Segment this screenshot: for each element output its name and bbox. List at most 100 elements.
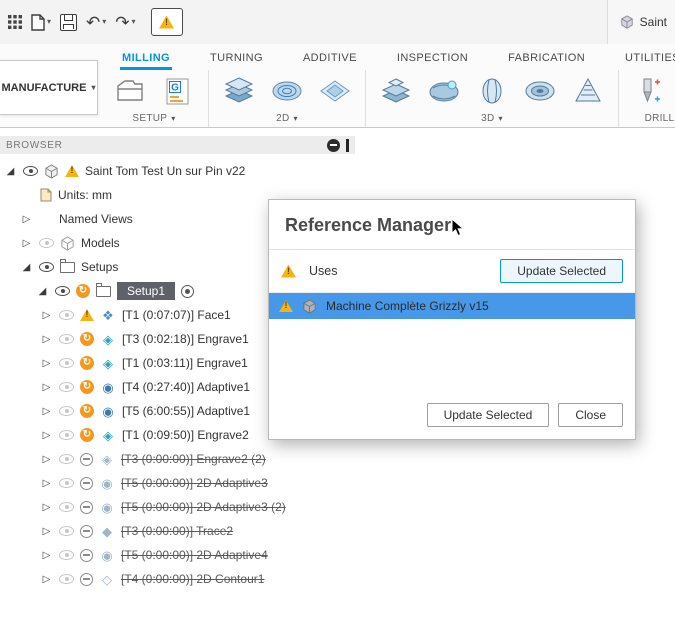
expand-arrow-icon[interactable]: ▷ — [40, 574, 53, 585]
visibility-eye-icon[interactable] — [39, 238, 54, 248]
redo-button[interactable]: ↷ ▾ — [115, 14, 135, 31]
expand-arrow-icon[interactable]: ▷ — [20, 238, 33, 249]
group-label-setup[interactable]: SETUP ▾ — [132, 113, 175, 124]
group-label-2d[interactable]: 2D ▾ — [276, 113, 298, 124]
operation-label[interactable]: [T3 (0:00:00)] Trace2 — [121, 524, 233, 538]
expand-arrow-icon[interactable]: ▷ — [40, 334, 53, 345]
tab-additive[interactable]: ADDITIVE — [301, 52, 359, 70]
operation-label[interactable]: [T1 (0:09:50)] Engrave2 — [122, 428, 249, 442]
tab-fabrication[interactable]: FABRICATION — [506, 52, 587, 70]
expand-arrow-icon[interactable]: ▷ — [20, 214, 33, 225]
suppressed-icon[interactable] — [80, 500, 93, 514]
undo-button[interactable]: ↶ ▾ — [86, 14, 106, 31]
suppressed-icon[interactable] — [80, 548, 93, 562]
tab-utilities[interactable]: UTILITIES — [623, 52, 675, 70]
expand-arrow-icon[interactable]: ▷ — [40, 478, 53, 489]
operation-label[interactable]: [T1 (0:07:07)] Face1 — [122, 308, 231, 322]
expand-arrow-icon[interactable]: ▷ — [40, 382, 53, 393]
reference-item-label[interactable]: Machine Complète Grizzly v15 — [326, 299, 489, 313]
setup1-selected-label[interactable]: Setup1 — [117, 282, 176, 300]
tab-inspection[interactable]: INSPECTION — [395, 52, 470, 70]
suppressed-icon[interactable] — [80, 524, 93, 538]
suppressed-icon[interactable] — [80, 572, 93, 586]
update-selected-button[interactable]: Update Selected — [426, 403, 550, 427]
setups-label[interactable]: Setups — [81, 260, 118, 274]
visibility-eye-icon[interactable] — [59, 526, 74, 536]
operation-label[interactable]: [T3 (0:02:18)] Engrave1 — [122, 332, 249, 346]
visibility-eye-icon[interactable] — [59, 574, 74, 584]
visibility-eye-icon[interactable] — [59, 334, 74, 344]
panel-resize-handle[interactable] — [346, 138, 349, 152]
operation-label[interactable]: [T4 (0:27:40)] Adaptive1 — [122, 380, 250, 394]
visibility-eye-icon[interactable] — [59, 454, 74, 464]
morphed-spiral-button[interactable] — [518, 70, 562, 112]
expand-arrow-icon[interactable]: ▷ — [40, 310, 53, 321]
operation-row[interactable]: ▷ ◉ [T5 (0:00:00)] 2D Adaptive3 — [0, 471, 355, 495]
visibility-eye-icon[interactable] — [59, 502, 74, 512]
expand-arrow-icon[interactable]: ◢ — [20, 262, 33, 273]
file-menu-button[interactable]: ▾ — [31, 13, 51, 31]
operation-label[interactable]: [T5 (0:00:00)] 2D Adaptive4 — [121, 548, 268, 562]
2d-adaptive-button[interactable] — [265, 70, 309, 112]
tab-milling[interactable]: MILLING — [120, 52, 173, 70]
operation-row[interactable]: ▷ ◉ [T5 (0:00:00)] 2D Adaptive4 — [0, 543, 355, 567]
flow-button[interactable] — [470, 70, 514, 112]
operation-label[interactable]: [T5 (6:00:55)] Adaptive1 — [122, 404, 250, 418]
tab-turning[interactable]: TURNING — [208, 52, 265, 70]
suppressed-icon[interactable] — [80, 452, 93, 466]
spiral-button[interactable] — [566, 70, 610, 112]
models-label[interactable]: Models — [81, 236, 120, 250]
group-label-3d[interactable]: 3D ▾ — [481, 113, 503, 124]
expand-arrow-icon[interactable]: ▷ — [40, 358, 53, 369]
new-setup-button[interactable] — [108, 70, 152, 112]
3d-adaptive-button[interactable] — [422, 70, 466, 112]
reference-list-item-selected[interactable]: Machine Complète Grizzly v15 — [269, 293, 635, 319]
visibility-eye-icon[interactable] — [59, 478, 74, 488]
operation-row[interactable]: ▷ ◈ [T3 (0:00:00)] Engrave2 (2) — [0, 447, 355, 471]
visibility-eye-icon[interactable] — [59, 550, 74, 560]
visibility-eye-icon[interactable] — [59, 430, 74, 440]
face-button[interactable] — [217, 70, 261, 112]
expand-arrow-icon[interactable]: ◢ — [4, 166, 17, 177]
visibility-eye-icon[interactable] — [59, 358, 74, 368]
steep-and-shallow-button[interactable] — [374, 70, 418, 112]
visibility-eye-icon[interactable] — [23, 166, 38, 176]
expand-arrow-icon[interactable]: ▷ — [40, 430, 53, 441]
app-menu-icon[interactable] — [8, 15, 22, 29]
operation-row[interactable]: ▷ ◇ [T4 (0:00:00)] 2D Contour1 — [0, 567, 355, 591]
visibility-eye-icon[interactable] — [59, 382, 74, 392]
notifications-warning-button[interactable] — [150, 8, 183, 36]
visibility-eye-icon[interactable] — [55, 286, 70, 296]
root-document-label[interactable]: Saint Tom Test Un sur Pin v22 — [85, 164, 245, 178]
document-tab[interactable]: Saint — [606, 0, 675, 44]
collapse-panel-icon[interactable] — [327, 138, 340, 152]
operation-label[interactable]: [T1 (0:03:11)] Engrave1 — [122, 356, 248, 370]
operation-label[interactable]: [T3 (0:00:00)] Engrave2 (2) — [121, 452, 266, 466]
expand-arrow-icon[interactable]: ▷ — [40, 550, 53, 561]
operation-label[interactable]: [T4 (0:00:00)] 2D Contour1 — [121, 572, 264, 586]
operation-label[interactable]: [T5 (0:00:00)] 2D Adaptive3 — [121, 476, 268, 490]
suppressed-icon[interactable] — [80, 476, 93, 490]
operation-label[interactable]: [T5 (0:00:00)] 2D Adaptive3 (2) — [121, 500, 286, 514]
expand-arrow-icon[interactable]: ▷ — [40, 454, 53, 465]
2d-contour-button[interactable] — [313, 70, 357, 112]
nc-program-button[interactable]: G — [156, 70, 200, 112]
close-button[interactable]: Close — [558, 403, 623, 427]
active-setup-radio-icon[interactable] — [181, 284, 195, 298]
workspace-selector[interactable]: MANUFACTURE ▾ — [0, 60, 98, 115]
expand-arrow-icon[interactable]: ▷ — [40, 526, 53, 537]
visibility-eye-icon[interactable] — [59, 310, 74, 320]
tree-row-root[interactable]: ◢ Saint Tom Test Un sur Pin v22 — [0, 159, 355, 183]
expand-arrow-icon[interactable]: ▷ — [40, 406, 53, 417]
drill-button[interactable] — [627, 70, 671, 112]
visibility-eye-icon[interactable] — [39, 262, 54, 272]
visibility-eye-icon[interactable] — [59, 406, 74, 416]
expand-arrow-icon[interactable]: ◢ — [36, 286, 49, 297]
named-views-label[interactable]: Named Views — [59, 212, 133, 226]
expand-arrow-icon[interactable]: ▷ — [40, 502, 53, 513]
operation-row[interactable]: ▷ ◉ [T5 (0:00:00)] 2D Adaptive3 (2) — [0, 495, 355, 519]
operation-row[interactable]: ▷ ◆ [T3 (0:00:00)] Trace2 — [0, 519, 355, 543]
save-button[interactable] — [60, 13, 78, 31]
update-selected-header-button[interactable]: Update Selected — [500, 259, 623, 283]
group-label-drilling[interactable]: DRILLING ▾ — [645, 113, 675, 124]
